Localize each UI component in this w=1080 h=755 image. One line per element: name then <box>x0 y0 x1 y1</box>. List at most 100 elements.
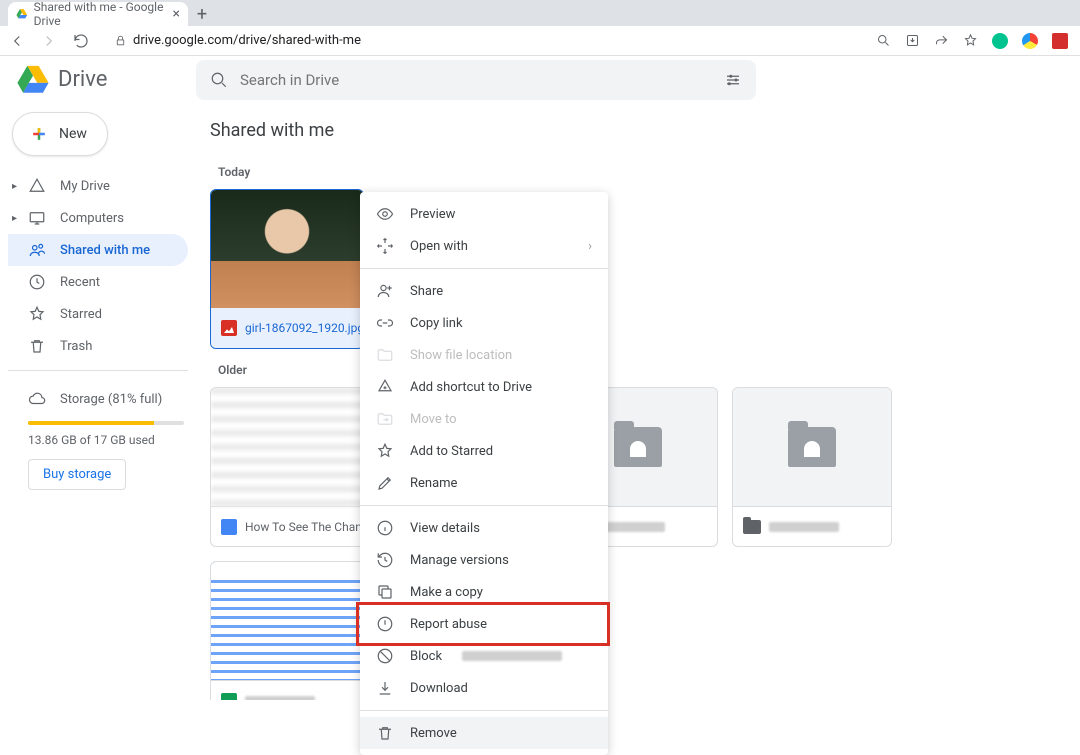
ctx-view-details[interactable]: View details <box>360 512 608 544</box>
ctx-add-starred[interactable]: Add to Starred <box>360 435 608 467</box>
ctx-rename[interactable]: Rename <box>360 467 608 499</box>
sidebar-item-computers[interactable]: ▸ Computers <box>8 202 188 234</box>
file-card[interactable] <box>210 561 370 700</box>
extension-red-icon[interactable] <box>1052 33 1068 49</box>
ctx-open-with[interactable]: Open with› <box>360 230 608 262</box>
ctx-move-to: Move to <box>360 403 608 435</box>
search-options-icon[interactable] <box>724 71 742 89</box>
section-older-label: Older <box>218 363 1060 377</box>
storage-label: Storage (81% full) <box>60 392 162 407</box>
new-button[interactable]: New <box>12 112 108 156</box>
lock-icon <box>114 34 127 47</box>
app-name: Drive <box>58 67 107 92</box>
file-name-redacted <box>245 696 315 701</box>
drive-logo[interactable]: Drive <box>16 63 196 97</box>
sidebar-item-storage[interactable]: Storage (81% full) <box>28 383 184 415</box>
ctx-show-location: Show file location <box>360 339 608 371</box>
tab-close-icon[interactable]: × <box>173 6 180 22</box>
file-name: girl-1867092_1920.jpg <box>245 321 363 335</box>
block-icon <box>376 647 394 665</box>
new-label: New <box>59 126 87 142</box>
ctx-copy-link[interactable]: Copy link <box>360 307 608 339</box>
forward-button[interactable] <box>40 32 58 50</box>
folder-icon <box>743 520 761 534</box>
search-icon[interactable] <box>876 33 891 48</box>
page-title: Shared with me <box>210 104 1060 151</box>
context-menu: Preview Open with› Share Copy link Show … <box>360 192 608 755</box>
star-icon <box>28 305 46 323</box>
address-bar[interactable]: drive.google.com/drive/shared-with-me <box>114 33 361 48</box>
recent-icon <box>28 273 46 291</box>
sidebar: New ▸ My Drive ▸ Computers Shared with m… <box>0 104 200 700</box>
section-today-label: Today <box>218 165 1060 179</box>
search-input[interactable] <box>240 71 712 89</box>
file-name-redacted <box>769 522 839 532</box>
expand-icon[interactable]: ▸ <box>12 181 17 192</box>
ctx-make-copy[interactable]: Make a copy <box>360 576 608 608</box>
star-icon <box>376 442 394 460</box>
shortcut-icon <box>376 378 394 396</box>
shared-icon <box>28 241 46 259</box>
block-target-redacted <box>462 651 562 661</box>
sidebar-item-label: Trash <box>60 339 92 354</box>
info-icon <box>376 519 394 537</box>
ctx-block[interactable]: Block <box>360 640 608 672</box>
docs-file-icon <box>221 519 237 535</box>
storage-used-text: 13.86 GB of 17 GB used <box>28 433 184 447</box>
person-add-icon <box>376 282 394 300</box>
shared-folder-icon <box>614 427 662 467</box>
reload-button[interactable] <box>72 32 90 50</box>
file-thumbnail <box>211 388 369 506</box>
folder-icon <box>376 346 394 364</box>
new-tab-button[interactable]: + <box>188 2 216 26</box>
file-card[interactable]: How To See The Chang... <box>210 387 370 547</box>
ctx-share[interactable]: Share <box>360 275 608 307</box>
storage-progress <box>28 421 184 425</box>
trash-icon <box>376 724 394 742</box>
copy-icon <box>376 583 394 601</box>
file-thumbnail <box>211 562 369 680</box>
buy-storage-button[interactable]: Buy storage <box>28 459 126 490</box>
file-card-footer: girl-1867092_1920.jpg <box>211 308 363 348</box>
file-thumbnail <box>211 190 363 308</box>
extension-grammarly-icon[interactable] <box>992 33 1008 49</box>
ctx-manage-versions[interactable]: Manage versions <box>360 544 608 576</box>
cloud-icon <box>28 390 46 408</box>
file-name: How To See The Chang... <box>245 520 369 534</box>
computers-icon <box>28 209 46 227</box>
sidebar-item-my-drive[interactable]: ▸ My Drive <box>8 170 188 202</box>
ctx-remove[interactable]: Remove <box>360 717 608 749</box>
folder-thumbnail <box>733 388 891 506</box>
plus-icon <box>29 124 49 144</box>
sidebar-item-recent[interactable]: Recent <box>8 266 188 298</box>
back-button[interactable] <box>8 32 26 50</box>
folder-card[interactable] <box>732 387 892 547</box>
shared-folder-icon <box>788 427 836 467</box>
sidebar-item-trash[interactable]: Trash <box>8 330 188 362</box>
bookmark-star-icon[interactable] <box>963 33 978 48</box>
sidebar-item-starred[interactable]: Starred <box>8 298 188 330</box>
ctx-report-abuse[interactable]: Report abuse <box>360 608 608 640</box>
file-card-selected[interactable]: girl-1867092_1920.jpg <box>210 189 364 349</box>
trash-icon <box>28 337 46 355</box>
browser-tab[interactable]: Shared with me - Google Drive × <box>8 2 188 26</box>
sidebar-item-label: Computers <box>60 211 124 226</box>
drive-header: Drive <box>0 56 1080 104</box>
pencil-icon <box>376 474 394 492</box>
link-icon <box>376 314 394 332</box>
ctx-preview[interactable]: Preview <box>360 198 608 230</box>
report-icon <box>376 615 394 633</box>
sidebar-item-label: My Drive <box>60 179 110 194</box>
extension-icon[interactable] <box>1022 33 1038 49</box>
install-icon[interactable] <box>905 33 920 48</box>
sidebar-item-shared-with-me[interactable]: Shared with me <box>8 234 188 266</box>
ctx-add-shortcut[interactable]: Add shortcut to Drive <box>360 371 608 403</box>
search-box[interactable] <box>196 60 756 100</box>
my-drive-icon <box>28 177 46 195</box>
history-icon <box>376 551 394 569</box>
expand-icon[interactable]: ▸ <box>12 213 17 224</box>
share-icon[interactable] <box>934 33 949 48</box>
open-with-icon <box>376 237 394 255</box>
ctx-download[interactable]: Download <box>360 672 608 704</box>
sidebar-item-label: Shared with me <box>60 243 150 258</box>
